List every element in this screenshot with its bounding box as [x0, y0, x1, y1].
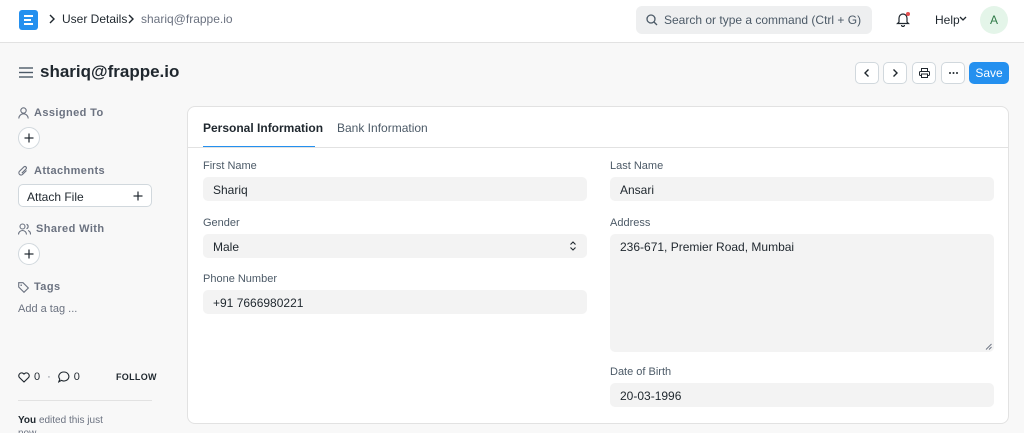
previous-record-button[interactable]	[855, 62, 879, 84]
heart-icon[interactable]	[18, 371, 30, 383]
tabs-border	[188, 147, 1008, 148]
attachments-label: Attachments	[34, 165, 106, 177]
sidebar-toggle-icon[interactable]	[19, 67, 33, 78]
comment-icon[interactable]	[57, 371, 70, 383]
tag-icon	[18, 281, 29, 293]
more-actions-button[interactable]	[941, 62, 965, 84]
tab-personal-information[interactable]: Personal Information	[203, 121, 323, 135]
add-share-button[interactable]	[18, 243, 40, 265]
chevron-right-icon	[49, 14, 55, 24]
chevron-down-icon	[959, 16, 967, 21]
active-tab-indicator	[203, 146, 315, 147]
gender-value: Male	[213, 240, 240, 254]
search-placeholder: Search or type a command (Ctrl + G)	[664, 13, 862, 27]
likes-count: 0	[34, 371, 41, 383]
follow-button[interactable]: FOLLOW	[116, 372, 157, 382]
address-value: 236-671, Premier Road, Mumbai	[620, 240, 795, 254]
date-of-birth-label: Date of Birth	[610, 366, 672, 378]
activity-user: You	[18, 415, 37, 426]
form-card: Personal Information Bank Information Fi…	[187, 106, 1009, 424]
next-record-button[interactable]	[883, 62, 907, 84]
search-icon	[646, 14, 658, 26]
app-logo[interactable]	[19, 10, 38, 30]
frappe-logo-icon	[24, 15, 33, 25]
assigned-to-label: Assigned To	[34, 107, 104, 119]
gender-select[interactable]: Male	[203, 234, 587, 258]
paperclip-icon	[18, 165, 27, 176]
resize-handle-icon[interactable]	[985, 343, 992, 350]
first-name-field[interactable]: Shariq	[203, 177, 587, 201]
likes-comments-row: 0 · 0	[18, 371, 80, 383]
notification-dot	[906, 12, 910, 16]
tags-label: Tags	[34, 281, 61, 293]
address-label: Address	[610, 217, 651, 229]
attach-file-label: Attach File	[27, 190, 84, 204]
breadcrumb-current-record[interactable]: shariq@frappe.io	[141, 12, 233, 26]
separator-dot: ·	[47, 371, 51, 383]
chevron-right-icon	[893, 69, 898, 77]
breadcrumb-user-details[interactable]: User Details	[62, 12, 127, 26]
users-icon	[18, 223, 31, 235]
phone-number-label: Phone Number	[203, 273, 277, 285]
address-textarea[interactable]: 236-671, Premier Road, Mumbai	[610, 234, 994, 352]
plus-icon	[24, 249, 34, 259]
attachments-heading: Attachments	[18, 165, 105, 177]
user-icon	[18, 107, 29, 119]
add-tag-link[interactable]: Add a tag ...	[18, 303, 77, 315]
shared-with-label: Shared With	[36, 223, 105, 235]
tags-heading: Tags	[18, 281, 60, 293]
last-name-field[interactable]: Ansari	[610, 177, 994, 201]
assigned-to-heading: Assigned To	[18, 107, 104, 119]
last-activity: You edited this just now	[18, 414, 108, 433]
awesomebar-search-input[interactable]: Search or type a command (Ctrl + G)	[636, 6, 872, 34]
save-button[interactable]: Save	[969, 62, 1009, 84]
date-of-birth-field[interactable]: 20-03-1996	[610, 383, 994, 407]
printer-icon	[919, 68, 930, 78]
navbar: User Details shariq@frappe.io Search or …	[0, 0, 1024, 43]
shared-with-heading: Shared With	[18, 223, 104, 235]
plus-icon	[133, 191, 143, 201]
print-button[interactable]	[912, 62, 936, 84]
tab-bank-information[interactable]: Bank Information	[337, 121, 428, 135]
more-horizontal-icon	[949, 72, 958, 74]
chevron-right-icon	[128, 14, 134, 24]
add-assignment-button[interactable]	[18, 127, 40, 149]
sidebar-divider	[18, 400, 152, 401]
page-title: shariq@frappe.io	[40, 62, 180, 81]
last-name-label: Last Name	[610, 160, 664, 172]
attach-file-button[interactable]: Attach File	[18, 184, 152, 207]
chevron-left-icon	[864, 69, 869, 77]
user-avatar[interactable]: A	[980, 6, 1008, 34]
comments-count: 0	[73, 371, 80, 383]
gender-label: Gender	[203, 217, 240, 229]
select-arrows-icon	[570, 241, 576, 251]
first-name-label: First Name	[203, 160, 257, 172]
help-dropdown[interactable]: Help	[935, 13, 960, 27]
plus-icon	[24, 133, 34, 143]
phone-number-field[interactable]: +91 7666980221	[203, 290, 587, 314]
